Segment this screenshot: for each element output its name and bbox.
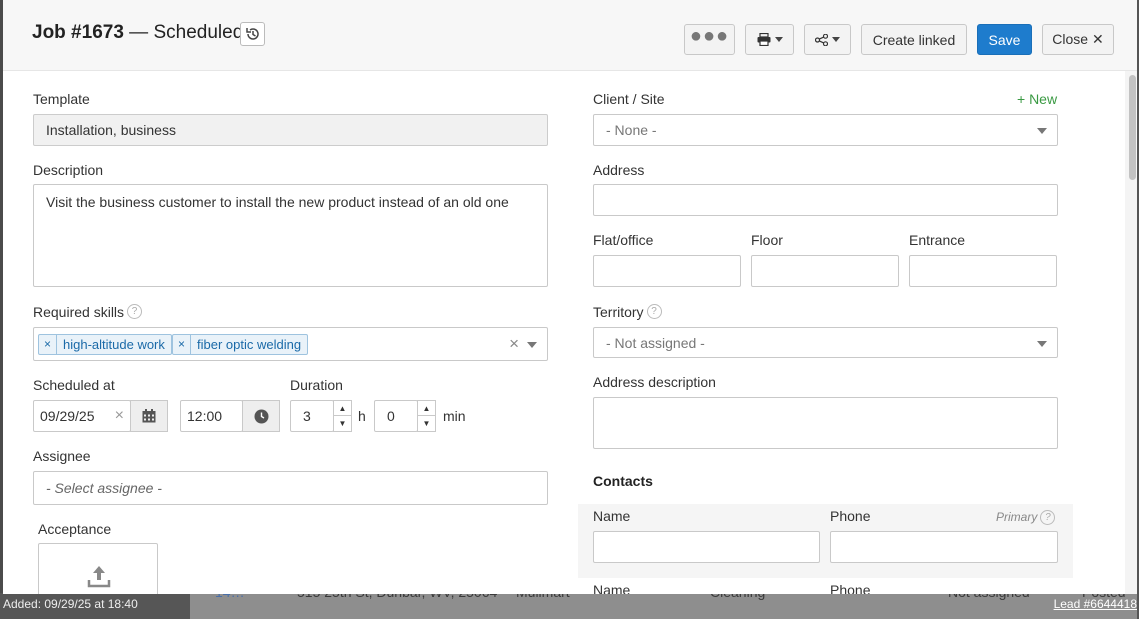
increment-icon[interactable]: ▲ — [418, 401, 435, 416]
entrance-label: Entrance — [909, 232, 966, 248]
skill-tag-label: high-altitude work — [63, 337, 165, 352]
primary-text: Primary — [996, 510, 1038, 524]
address-description-label: Address description — [593, 374, 716, 390]
more-button[interactable]: ●●● — [684, 24, 735, 55]
flat-office-label: Flat/office — [593, 232, 654, 248]
chevron-down-icon — [1037, 340, 1047, 347]
scheduled-at-label: Scheduled at — [33, 377, 115, 393]
chevron-down-icon[interactable] — [527, 342, 537, 348]
contacts-heading: Contacts — [593, 473, 653, 489]
contact-phone-input[interactable] — [830, 531, 1058, 563]
acceptance-label: Acceptance — [38, 521, 112, 537]
hours-unit: h — [358, 408, 366, 424]
close-button[interactable]: Close ✕ — [1042, 24, 1114, 55]
decrement-icon[interactable]: ▼ — [418, 416, 435, 431]
clock-button[interactable] — [242, 400, 280, 432]
minutes-input[interactable]: 0 — [374, 400, 418, 432]
address-description-textarea[interactable] — [593, 397, 1058, 449]
chevron-down-icon — [1037, 128, 1047, 134]
save-button[interactable]: Save — [977, 24, 1032, 55]
contact-name-label: Name — [593, 582, 631, 594]
added-timestamp: Added: 09/29/25 at 18:40 — [3, 597, 138, 611]
assignee-label: Assignee — [33, 448, 91, 464]
create-linked-button[interactable]: Create linked — [861, 24, 967, 55]
page-title: Job #1673 — Scheduled — [32, 22, 243, 44]
client-site-label: Client / Site — [593, 91, 665, 107]
contact-name-input[interactable] — [593, 531, 820, 563]
description-label: Description — [33, 162, 104, 178]
skill-tag: × fiber optic welding — [172, 334, 309, 355]
share-icon — [815, 33, 828, 46]
title-separator: — — [123, 22, 154, 43]
increment-icon[interactable]: ▲ — [334, 401, 351, 416]
minutes-stepper[interactable]: ▲ ▼ — [417, 400, 436, 432]
territory-text: Territory — [593, 304, 644, 320]
required-skills-text: Required skills — [33, 304, 125, 320]
calendar-icon — [142, 409, 156, 423]
remove-tag-icon[interactable]: × — [173, 335, 191, 354]
scrollbar-thumb[interactable] — [1129, 75, 1136, 180]
date-value: 09/29/25 — [40, 408, 95, 424]
history-icon — [246, 28, 259, 40]
decrement-icon[interactable]: ▼ — [334, 416, 351, 431]
entrance-input[interactable] — [909, 255, 1057, 287]
hours-input[interactable]: 3 — [290, 400, 334, 432]
territory-value: - Not assigned - — [606, 334, 705, 351]
template-field[interactable]: Installation, business — [33, 114, 548, 146]
ellipsis-icon: ●●● — [689, 25, 730, 47]
minutes-unit: min — [443, 408, 466, 424]
time-input[interactable]: 12:00 — [180, 400, 243, 432]
lead-link[interactable]: Lead #6644418 — [1054, 597, 1137, 611]
clock-icon — [254, 409, 268, 423]
primary-label: Primary? — [996, 510, 1056, 525]
help-icon[interactable]: ? — [127, 304, 143, 319]
acceptance-upload[interactable] — [38, 543, 158, 594]
calendar-button[interactable] — [130, 400, 168, 432]
template-label: Template — [33, 91, 90, 107]
job-number: Job #1673 — [32, 22, 124, 43]
duration-label: Duration — [290, 377, 343, 393]
chevron-down-icon — [832, 37, 840, 42]
description-textarea[interactable]: Visit the business customer to install t… — [33, 184, 548, 287]
required-skills-label: Required skills? — [33, 304, 143, 320]
assignee-select[interactable]: - Select assignee - — [33, 471, 548, 505]
remove-tag-icon[interactable]: × — [39, 335, 57, 354]
help-icon[interactable]: ? — [1040, 510, 1056, 525]
job-modal: Job #1673 — Scheduled ●●● Create linked … — [3, 0, 1139, 594]
help-icon[interactable]: ? — [646, 304, 662, 319]
clear-date-icon[interactable]: × — [115, 407, 124, 425]
job-status: Scheduled — [153, 22, 244, 43]
new-client-link[interactable]: + New — [1017, 91, 1057, 107]
skills-multiselect[interactable]: × high-altitude work × fiber optic welding… — [33, 327, 548, 361]
printer-icon — [757, 33, 770, 46]
contact-phone-label: Phone — [830, 582, 871, 594]
skill-tag: × high-altitude work — [38, 334, 172, 355]
skill-tag-label: fiber optic welding — [197, 337, 302, 352]
flat-office-input[interactable] — [593, 255, 741, 287]
clear-icon[interactable]: × — [509, 334, 519, 354]
address-input[interactable] — [593, 184, 1058, 216]
history-button[interactable] — [240, 22, 265, 46]
upload-icon — [87, 566, 111, 588]
print-button[interactable] — [745, 24, 794, 55]
contact-name-label: Name — [593, 508, 631, 524]
territory-select[interactable]: - Not assigned - — [593, 327, 1058, 358]
share-button[interactable] — [804, 24, 851, 55]
address-label: Address — [593, 162, 645, 178]
contact-phone-label: Phone — [830, 508, 871, 524]
chevron-down-icon — [774, 37, 783, 42]
date-input[interactable]: 09/29/25 × — [33, 400, 131, 432]
floor-input[interactable] — [751, 255, 899, 287]
client-site-value: - None - — [606, 122, 657, 138]
hours-stepper[interactable]: ▲ ▼ — [333, 400, 352, 432]
modal-header: Job #1673 — Scheduled ●●● Create linked … — [3, 0, 1139, 71]
floor-label: Floor — [751, 232, 783, 248]
client-site-select[interactable]: - None - — [593, 114, 1058, 146]
territory-label: Territory? — [593, 304, 662, 320]
